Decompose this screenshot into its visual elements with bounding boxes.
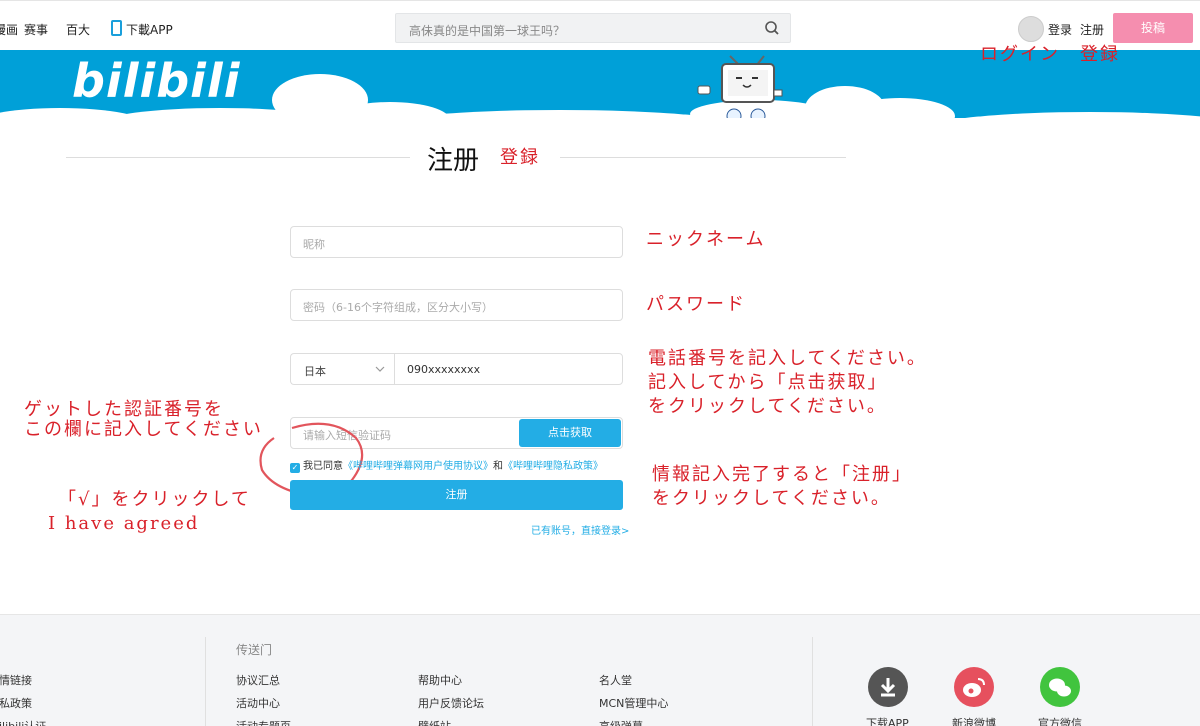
annotation-code-1: ゲットした認証番号を [24,399,224,420]
avatar[interactable] [1018,16,1044,42]
password-placeholder: 密码（6-16个字符组成，区分大小写） [303,301,493,314]
annotation-nickname: ニックネーム [646,229,766,250]
phone-value: 090xxxxxxxx [407,363,481,376]
search-box[interactable]: 高佅真的是中国第一球王吗？ [395,13,791,43]
annotation-login-register: ログイン 登録 [980,44,1120,65]
annotation-phone-3: をクリックしてください。 [648,396,887,417]
nav-link-top100[interactable]: 百大 [66,21,90,38]
annotation-agree-2: I have agreed [48,513,200,534]
nav-link-events[interactable]: 赛事 [24,21,48,38]
weibo-icon [963,678,985,697]
country-select[interactable]: 日本 [290,353,394,385]
mobile-phone-icon [111,20,122,36]
page-title: 注册 [427,146,480,176]
footer: 友情链接 隐私政策 bilibili认证 传送门 协议汇总 活动中心 活动专题页… [0,614,1200,726]
search-input[interactable]: 高佅真的是中国第一球王吗？ [409,22,565,39]
footer-section-title: 传送门 [236,643,273,657]
wechat-icon [1049,678,1071,697]
top-nav: 漫画 赛事 百大 下載APP 高佅真的是中国第一球王吗？ 登录 注册 投稿 [0,0,1200,50]
footer-divider-right [812,637,813,726]
annotation-code-2: この欄に記入してください [24,419,263,440]
footer-link-wallpaper[interactable]: 壁纸站 [418,718,451,726]
bilibili-logo[interactable]: bilibili [72,54,240,108]
get-code-button[interactable]: 点击获取 [519,419,621,447]
agree-and: 和 [493,461,503,472]
nav-link-download-app[interactable]: 下載APP [126,21,173,38]
footer-link-activity-center[interactable]: 活动中心 [236,695,280,711]
password-field[interactable]: 密码（6-16个字符组成，区分大小写） [290,289,623,321]
wechat-button[interactable] [1040,667,1080,707]
nickname-field[interactable]: 昵称 [290,226,623,258]
footer-link-feedback[interactable]: 用户反馈论坛 [418,695,484,711]
title-divider-right [560,157,846,158]
search-icon [765,21,779,35]
annotation-phone-2: 記入してから「点击获取」 [648,372,888,393]
footer-link-mcn[interactable]: MCN管理中心 [599,695,668,711]
download-icon [880,678,896,697]
footer-link-hall-of-fame[interactable]: 名人堂 [599,672,632,688]
annotation-submit-1: 情報記入完了すると「注册」 [652,464,912,485]
footer-link-agreements[interactable]: 协议汇总 [236,672,280,688]
annotation-phone-1: 電話番号を記入してください。 [648,348,927,369]
agree-checkbox[interactable]: ✓ [290,463,300,473]
user-agreement-link[interactable]: 《哔哩哔哩弹幕网用户使用协议》 [343,461,493,472]
nickname-placeholder: 昵称 [303,238,325,251]
footer-divider [205,637,206,726]
register-button[interactable]: 注册 [290,480,623,510]
wechat-label: 官方微信 [1038,717,1082,726]
footer-link-privacy[interactable]: 隐私政策 [0,695,32,711]
annotation-submit-2: をクリックしてください。 [652,488,891,509]
download-app-button[interactable] [868,667,908,707]
search-button[interactable] [754,14,790,42]
agreement-row: ✓ 我已同意《哔哩哔哩弹幕网用户使用协议》和《哔哩哔哩隐私政策》 [290,457,603,473]
phone-field[interactable]: 090xxxxxxxx [394,353,623,385]
footer-link-activity-topics[interactable]: 活动专题页 [236,718,291,726]
country-value: 日本 [304,365,326,378]
footer-link-advanced-danmaku[interactable]: 高级弹幕 [599,718,643,726]
footer-link-certification[interactable]: bilibili认证 [0,718,46,726]
footer-link-help[interactable]: 帮助中心 [418,672,462,688]
title-divider-left [66,157,410,158]
annotation-agree-1: 「√」をクリックして [58,489,251,510]
download-app-label: 下载APP [866,717,909,726]
privacy-policy-link[interactable]: 《哔哩哔哩隐私政策》 [503,461,603,472]
chevron-down-icon [375,366,385,372]
register-link[interactable]: 注册 [1080,21,1104,38]
weibo-label: 新浪微博 [952,717,996,726]
footer-link-friends[interactable]: 友情链接 [0,672,32,688]
existing-account-login-link[interactable]: 已有账号，直接登录> [531,522,629,537]
annotation-password: パスワード [646,294,746,315]
login-link[interactable]: 登录 [1048,21,1072,38]
tv-mascot-icon [697,55,783,118]
nav-link-manga[interactable]: 漫画 [0,21,18,38]
weibo-button[interactable] [954,667,994,707]
agree-prefix: 我已同意 [303,461,343,472]
annotation-title: 登録 [500,147,540,168]
upload-button[interactable]: 投稿 [1113,13,1193,43]
